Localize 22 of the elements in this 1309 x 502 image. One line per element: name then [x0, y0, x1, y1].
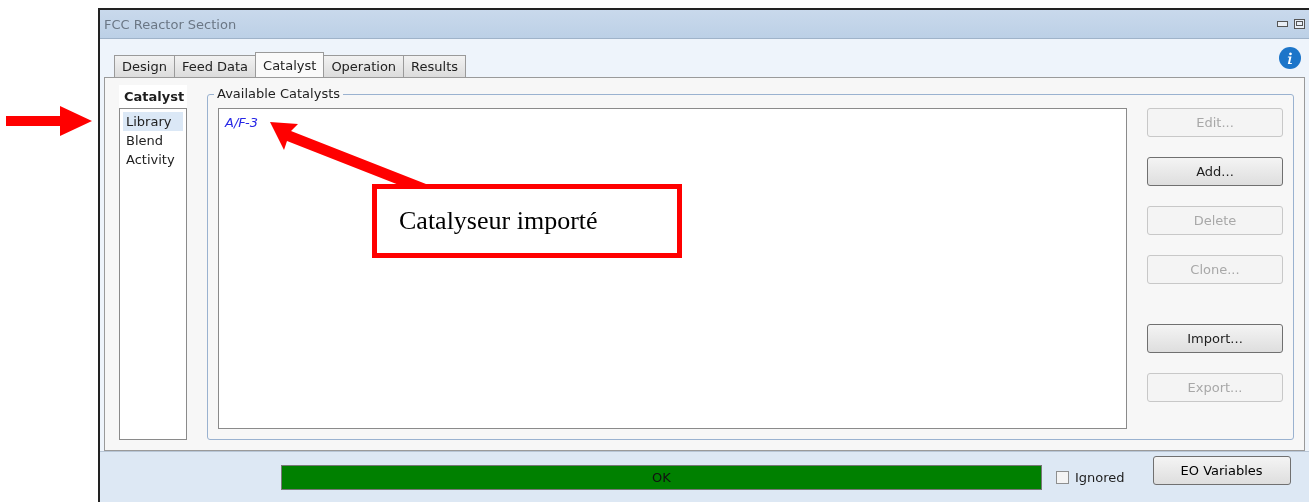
eo-variables-button[interactable]: EO Variables [1152, 455, 1291, 485]
sidebar-item[interactable]: Library [123, 112, 183, 131]
list-item[interactable]: A/F-3 [225, 115, 258, 130]
group-title: Available Catalysts [214, 86, 344, 101]
checkbox-label: Ignored [1075, 469, 1125, 485]
action-button[interactable]: Import... [1147, 324, 1283, 353]
tab[interactable]: Design [114, 55, 175, 77]
checkbox[interactable] [1056, 470, 1069, 484]
callout-text: Catalyseur importé [399, 206, 598, 236]
window-title: FCC Reactor Section [104, 16, 238, 32]
sidebar-item[interactable]: Activity [123, 150, 183, 169]
tab[interactable]: Operation [323, 55, 405, 77]
tab[interactable]: Catalyst [255, 52, 325, 77]
maximize-icon[interactable] [1294, 19, 1305, 29]
info-icon[interactable] [1279, 47, 1301, 69]
sidebar-item[interactable]: Blend [123, 131, 183, 150]
status-text: OK [651, 468, 672, 487]
tab[interactable]: Results [403, 55, 467, 77]
minimize-icon[interactable] [1277, 21, 1288, 27]
action-button[interactable]: Add... [1147, 157, 1283, 186]
sidebar-header: Catalyst [119, 85, 187, 108]
tab[interactable]: Feed Data [173, 55, 257, 77]
